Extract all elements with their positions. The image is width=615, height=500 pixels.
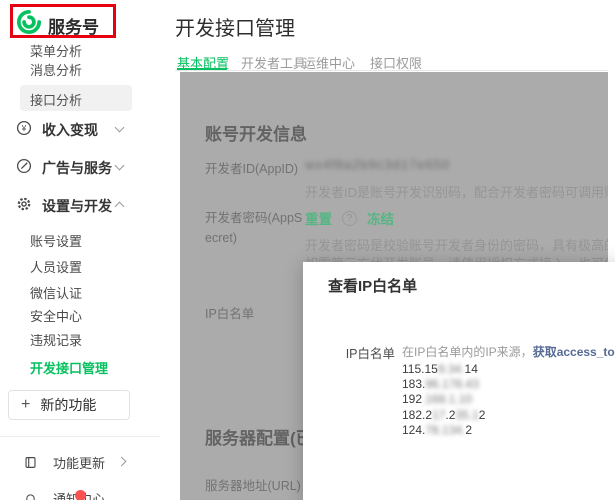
sidebar-item-feature-updates[interactable]: 功能更新	[24, 453, 105, 472]
sidebar: 服务号 菜单分析 消息分析 接口分析 ¥ 收入变现 广告与服务 设置与开发 账号…	[0, 0, 160, 500]
ip-segment: 115.15	[402, 362, 438, 376]
notification-badge	[75, 490, 86, 500]
modal-title: 查看IP白名单	[328, 275, 417, 296]
access-token-link[interactable]: 获取access_token	[533, 345, 615, 359]
appsecret-description-1: 开发者密码是校验账号开发者身份的密码，具有极高的安全性。切记勿把密码直接交给第三…	[305, 235, 608, 254]
ip-whitelist-label: IP白名单	[205, 304, 305, 324]
page-title: 开发接口管理	[175, 12, 295, 41]
sidebar-section-ads-services[interactable]: 广告与服务	[0, 156, 160, 178]
reset-button[interactable]: 重置	[305, 208, 332, 228]
sidebar-section-monetization[interactable]: ¥ 收入变现	[0, 118, 160, 140]
ip-row: 115.159.34.14	[402, 362, 485, 377]
redacted-ip-segment: 9.34.	[438, 362, 465, 376]
appid-label: 开发者ID(AppID)	[205, 159, 305, 179]
ip-segment: 2	[479, 408, 486, 422]
sidebar-item-wechat-verify[interactable]: 微信认证	[30, 283, 82, 302]
new-feature-label: 新的功能	[40, 395, 96, 415]
ip-segment: 182.2	[402, 408, 432, 422]
appid-masked-value: wx4f8a2b9c3d17e650	[305, 157, 450, 172]
tabs-border	[175, 70, 608, 71]
sidebar-item-dev-api-management[interactable]: 开发接口管理	[30, 358, 108, 377]
new-feature-button[interactable]: + 新的功能	[8, 390, 130, 420]
appsecret-actions: 重置 ? 冻结	[305, 208, 394, 228]
redacted-ip-segment: 96.178.43	[425, 377, 478, 391]
gear-icon	[16, 196, 32, 212]
modal-desc-prefix: 在IP白名单内的IP来源，	[402, 345, 533, 359]
ip-row: 182.217.235.12	[402, 408, 485, 423]
section-title-account-dev-info: 账号开发信息	[205, 120, 307, 145]
modal-field-label: IP白名单	[337, 343, 395, 362]
chevron-down-icon	[115, 161, 125, 171]
sidebar-item-menu-analysis[interactable]: 菜单分析	[30, 41, 82, 60]
ip-segment: 14	[465, 362, 478, 376]
sidebar-item-message-analysis[interactable]: 消息分析	[30, 60, 82, 79]
redacted-ip-segment: .168.1.10	[422, 392, 472, 406]
sidebar-section-label: 收入变现	[42, 120, 98, 140]
chevron-right-icon	[117, 457, 127, 467]
sidebar-section-settings-dev[interactable]: 设置与开发	[0, 194, 160, 216]
redacted-ip-segment: 35.1	[455, 408, 478, 422]
official-account-logo-icon[interactable]	[16, 9, 42, 35]
footer-item-label: 功能更新	[53, 453, 105, 472]
ip-segment: .2	[445, 408, 455, 422]
sidebar-item-api-analysis[interactable]: 接口分析	[30, 90, 82, 109]
sidebar-item-account-settings[interactable]: 账号设置	[30, 231, 82, 250]
chevron-down-icon	[115, 123, 125, 133]
plus-icon: +	[21, 396, 30, 414]
help-question-icon[interactable]: ?	[342, 211, 357, 226]
sidebar-divider	[0, 436, 160, 437]
ip-segment: 124.	[402, 423, 425, 437]
appid-description: 开发者ID是账号开发识别码，配合开发者密码可调用账号的接口能力。	[305, 182, 608, 201]
modal-description: 在IP白名单内的IP来源，获取access_token接口才可调用成功。	[402, 343, 615, 360]
bell-icon	[24, 492, 37, 500]
redacted-ip-segment: 78.134.	[425, 423, 465, 437]
ip-row: 124.78.134.2	[402, 423, 485, 438]
sidebar-item-violation-records[interactable]: 违规记录	[30, 330, 82, 349]
server-url-label: 服务器地址(URL)	[205, 476, 305, 496]
doc-icon	[24, 456, 37, 469]
brand-name[interactable]: 服务号	[48, 13, 99, 38]
appsecret-label: 开发者密码(AppSecret)	[205, 208, 305, 248]
sidebar-item-notification-center[interactable]: 通知中心	[24, 489, 105, 500]
ip-segment: 183.	[402, 377, 425, 391]
ip-segment: 192	[402, 392, 422, 406]
sidebar-section-label: 设置与开发	[42, 196, 112, 216]
yen-circle-icon: ¥	[16, 120, 32, 136]
chevron-up-icon	[115, 202, 125, 212]
sidebar-item-staff-settings[interactable]: 人员设置	[30, 257, 82, 276]
svg-text:¥: ¥	[21, 123, 27, 133]
ip-whitelist-modal: 查看IP白名单 IP白名单 在IP白名单内的IP来源，获取access_toke…	[303, 262, 615, 500]
ip-row: 192.168.1.10	[402, 392, 485, 407]
ip-list: 115.159.34.14 183.96.178.43 192.168.1.10…	[402, 362, 485, 438]
redacted-ip-segment: 17	[432, 408, 445, 422]
ip-segment: 2	[465, 423, 472, 437]
ip-row: 183.96.178.43	[402, 377, 485, 392]
compass-icon	[16, 158, 32, 174]
freeze-button[interactable]: 冻结	[367, 208, 394, 228]
sidebar-section-label: 广告与服务	[42, 158, 112, 178]
sidebar-item-security-center[interactable]: 安全中心	[30, 306, 82, 325]
